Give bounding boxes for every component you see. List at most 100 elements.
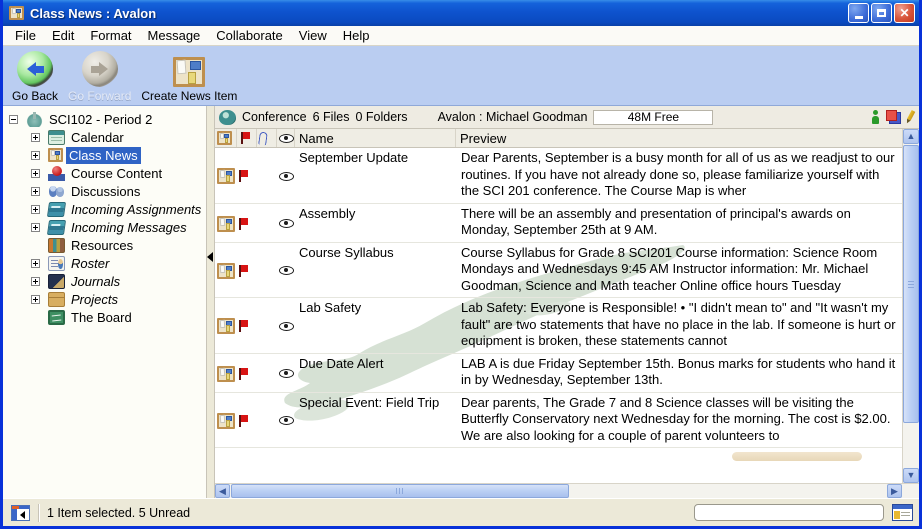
expand-expander-icon[interactable] — [31, 133, 40, 142]
vertical-scroll-track[interactable] — [903, 424, 919, 468]
news-item-name[interactable]: Due Date Alert — [295, 354, 456, 392]
unread-eye-icon[interactable] — [279, 416, 294, 425]
expand-expander-icon[interactable] — [31, 205, 40, 214]
sidebar-item-label: Projects — [68, 291, 121, 308]
create-news-item-label: Create News Item — [141, 89, 237, 103]
horizontal-scroll-track[interactable] — [570, 484, 887, 498]
scroll-down-button[interactable]: ▼ — [903, 468, 919, 483]
scroll-left-button[interactable]: ◀ — [215, 484, 230, 498]
flag-icon[interactable] — [237, 319, 249, 333]
sidebar-splitter[interactable] — [207, 106, 215, 498]
go-back-label: Go Back — [12, 89, 58, 103]
close-icon: ✕ — [899, 7, 909, 19]
sidebar-item-label: Journals — [68, 273, 123, 290]
menu-view[interactable]: View — [291, 26, 335, 45]
vertical-scrollbar[interactable]: ▲ ▼ — [902, 129, 919, 483]
overlapping-squares-icon[interactable] — [886, 110, 901, 124]
news-item-name[interactable]: September Update — [295, 148, 456, 203]
news-row-course-syllabus[interactable]: Course SyllabusCourse Syllabus for Grade… — [215, 243, 902, 299]
unread-eye-icon[interactable] — [279, 369, 294, 378]
sidebar-item-resources[interactable]: Resources — [3, 236, 206, 254]
sidebar-item-roster[interactable]: Roster — [3, 254, 206, 272]
bulletin-board-icon — [217, 413, 235, 429]
sidebar-item-projects[interactable]: Projects — [3, 290, 206, 308]
sidebar-item-journals[interactable]: Journals — [3, 272, 206, 290]
news-row-september-update[interactable]: September UpdateDear Parents, September … — [215, 148, 902, 204]
column-read-state[interactable] — [277, 129, 295, 147]
sidebar-item-class-news[interactable]: Class News — [3, 146, 206, 164]
window-layout-icon[interactable] — [892, 504, 913, 521]
news-item-preview: LAB A is due Friday September 15th. Bonu… — [456, 354, 902, 392]
flag-icon[interactable] — [237, 217, 249, 231]
expand-expander-icon[interactable] — [31, 295, 40, 304]
collapse-expander-icon[interactable] — [9, 115, 18, 124]
column-item-icon[interactable] — [215, 129, 237, 147]
people-icon — [48, 184, 65, 199]
expand-expander-icon[interactable] — [31, 259, 40, 268]
create-news-item-button[interactable]: Create News Item — [138, 56, 240, 104]
sidebar-item-discussions[interactable]: Discussions — [3, 182, 206, 200]
column-flag[interactable] — [237, 129, 257, 147]
scroll-right-button[interactable]: ▶ — [887, 484, 902, 498]
close-button[interactable]: ✕ — [894, 3, 915, 23]
sidebar-item-incoming-messages[interactable]: Incoming Messages — [3, 218, 206, 236]
expand-expander-icon[interactable] — [31, 277, 40, 286]
news-row-lab-safety[interactable]: Lab SafetyLab Safety: Everyone is Respon… — [215, 298, 902, 354]
vertical-scroll-thumb[interactable] — [903, 145, 919, 423]
status-separator — [38, 504, 39, 522]
menu-message[interactable]: Message — [140, 26, 209, 45]
person-icon[interactable] — [871, 110, 880, 124]
sidebar-item-the-board[interactable]: The Board — [3, 308, 206, 326]
expand-expander-icon[interactable] — [31, 169, 40, 178]
horizontal-scroll-thumb[interactable] — [231, 484, 569, 498]
application-window: Class News : Avalon ✕ FileEditFormatMess… — [0, 0, 922, 529]
column-attachment[interactable] — [257, 129, 277, 147]
expand-expander-icon[interactable] — [31, 187, 40, 196]
menu-file[interactable]: File — [7, 26, 44, 45]
menu-edit[interactable]: Edit — [44, 26, 82, 45]
bulletin-board-icon — [217, 216, 235, 232]
sidebar-item-label: Incoming Messages — [68, 219, 190, 236]
menu-help[interactable]: Help — [335, 26, 378, 45]
news-item-name[interactable]: Special Event: Field Trip — [295, 393, 456, 448]
scroll-up-button[interactable]: ▲ — [903, 129, 919, 144]
sidebar-item-label: Calendar — [68, 129, 127, 146]
projects-icon — [48, 292, 65, 307]
expand-expander-icon[interactable] — [31, 151, 40, 160]
main-area: SCI102 - Period 2CalendarClass NewsCours… — [3, 106, 919, 498]
flag-icon[interactable] — [237, 367, 249, 381]
status-quick-search-input[interactable] — [694, 504, 884, 521]
sidebar-item-sci102-period-2[interactable]: SCI102 - Period 2 — [3, 110, 206, 128]
flask-icon — [26, 112, 43, 127]
flag-icon[interactable] — [237, 169, 249, 183]
news-item-name[interactable]: Course Syllabus — [295, 243, 456, 298]
flag-icon[interactable] — [237, 414, 249, 428]
column-name[interactable]: Name — [295, 129, 456, 147]
go-back-button[interactable]: Go Back — [9, 50, 61, 104]
unread-eye-icon[interactable] — [279, 322, 294, 331]
collapse-sidebar-icon[interactable] — [207, 252, 213, 262]
minimize-button[interactable] — [848, 3, 869, 23]
expand-expander-icon[interactable] — [31, 223, 40, 232]
news-item-name[interactable]: Lab Safety — [295, 298, 456, 353]
news-row-due-date-alert[interactable]: Due Date AlertLAB A is due Friday Septem… — [215, 354, 902, 393]
menu-collaborate[interactable]: Collaborate — [208, 26, 291, 45]
news-row-assembly[interactable]: AssemblyThere will be an assembly and pr… — [215, 204, 902, 243]
news-item-name[interactable]: Assembly — [295, 204, 456, 242]
horizontal-scrollbar[interactable]: ◀ ▶ — [215, 483, 902, 498]
column-preview[interactable]: Preview — [456, 129, 902, 147]
menu-format[interactable]: Format — [82, 26, 139, 45]
panel-toggle-icon[interactable] — [11, 505, 30, 521]
news-row-special-event-field-trip[interactable]: Special Event: Field TripDear parents, T… — [215, 393, 902, 449]
sidebar-item-incoming-assignments[interactable]: Incoming Assignments — [3, 200, 206, 218]
maximize-button[interactable] — [871, 3, 892, 23]
unread-eye-icon[interactable] — [279, 172, 294, 181]
sidebar-item-calendar[interactable]: Calendar — [3, 128, 206, 146]
unread-eye-icon[interactable] — [279, 266, 294, 275]
unread-eye-icon[interactable] — [279, 219, 294, 228]
flag-icon[interactable] — [237, 264, 249, 278]
toolbar: Go Back Go Forward Create News Item — [3, 46, 919, 106]
conference-globe-icon — [219, 110, 236, 125]
sidebar-item-course-content[interactable]: Course Content — [3, 164, 206, 182]
pencil-icon[interactable] — [904, 109, 916, 125]
